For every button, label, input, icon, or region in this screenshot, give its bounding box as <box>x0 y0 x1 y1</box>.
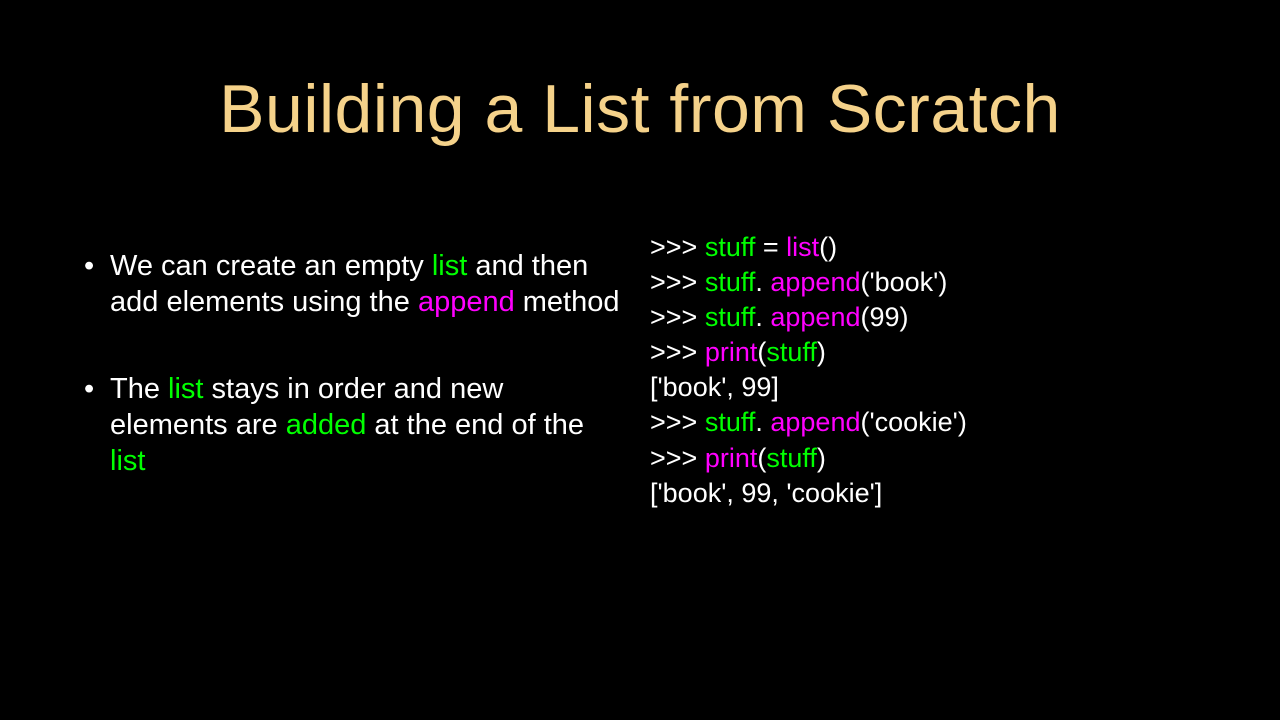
bullet-text: The <box>110 373 168 405</box>
code-column: >>> stuff = list()>>> stuff. append('boo… <box>640 230 1210 529</box>
code-token: ) <box>817 337 826 367</box>
bullet-item: We can create an empty list and then add… <box>70 248 620 321</box>
code-token: (99) <box>860 302 908 332</box>
bullet-text: list <box>168 373 203 405</box>
code-token: list <box>786 232 819 262</box>
code-token: stuff <box>766 337 817 367</box>
code-token: ('cookie') <box>860 407 966 437</box>
code-token: . <box>755 302 770 332</box>
code-token: () <box>819 232 837 262</box>
code-token: >>> <box>650 232 705 262</box>
slide-content: We can create an empty list and then add… <box>70 248 1210 529</box>
code-token: >>> <box>650 407 705 437</box>
slide: Building a List from Scratch We can crea… <box>0 0 1280 720</box>
bullet-text: added <box>286 409 367 441</box>
bullet-item: The list stays in order and new elements… <box>70 371 620 480</box>
code-line: >>> print(stuff) <box>650 335 1210 370</box>
code-token: . <box>755 407 770 437</box>
code-token: stuff <box>705 407 756 437</box>
code-token: stuff <box>705 267 756 297</box>
code-token: >>> <box>650 443 705 473</box>
code-line: >>> stuff. append('book') <box>650 265 1210 300</box>
bullet-text: method <box>515 286 620 318</box>
code-token: print <box>705 443 758 473</box>
slide-title: Building a List from Scratch <box>70 70 1210 148</box>
code-line: ['book', 99] <box>650 370 1210 405</box>
code-token: ['book', 99, 'cookie'] <box>650 478 882 508</box>
code-token: . <box>755 267 770 297</box>
code-token: append <box>770 267 860 297</box>
code-line: >>> stuff. append(99) <box>650 300 1210 335</box>
code-token: append <box>770 407 860 437</box>
code-token: ('book') <box>860 267 947 297</box>
code-line: >>> print(stuff) <box>650 441 1210 476</box>
code-token: ( <box>757 443 766 473</box>
code-token: stuff <box>766 443 817 473</box>
code-token: stuff <box>705 302 756 332</box>
bullet-text: We can create an empty <box>110 250 432 282</box>
code-token: ( <box>757 337 766 367</box>
code-token: >>> <box>650 302 705 332</box>
bullet-text: list <box>110 445 145 477</box>
code-line: ['book', 99, 'cookie'] <box>650 476 1210 511</box>
code-token: ) <box>817 443 826 473</box>
code-token: >>> <box>650 337 705 367</box>
code-token: stuff <box>705 232 756 262</box>
bullet-column: We can create an empty list and then add… <box>70 248 640 529</box>
bullet-text: at the end of the <box>366 409 584 441</box>
code-token: append <box>770 302 860 332</box>
code-line: >>> stuff = list() <box>650 230 1210 265</box>
code-token: ['book', 99] <box>650 372 779 402</box>
code-token: = <box>755 232 786 262</box>
bullet-text: list <box>432 250 467 282</box>
code-token: print <box>705 337 758 367</box>
bullet-text: append <box>418 286 515 318</box>
code-token: >>> <box>650 267 705 297</box>
code-line: >>> stuff. append('cookie') <box>650 405 1210 440</box>
